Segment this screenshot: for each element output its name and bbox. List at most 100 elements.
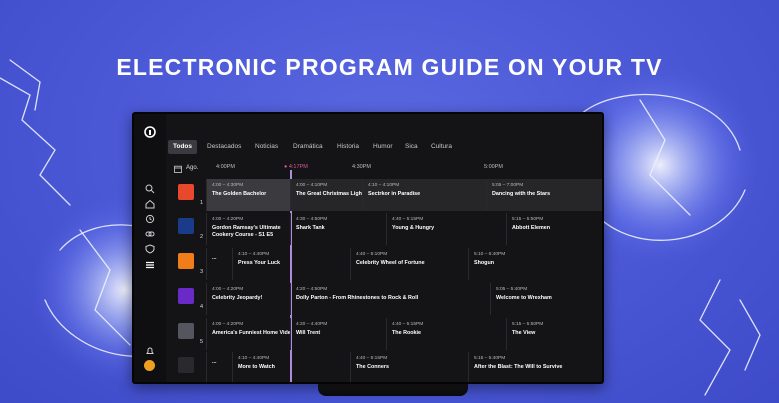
program-cell[interactable]: 4:00 – 4:20PM Gordon Ramsay's Ultimate Co… — [206, 213, 290, 245]
program-time: 4:00 – 4:30PM — [212, 183, 244, 188]
program-title: ... — [212, 255, 217, 261]
program-title: More to Watch — [238, 364, 275, 370]
channel-cell[interactable]: 4 — [166, 282, 206, 316]
program-time: 4:20 – 4:40PM — [296, 322, 328, 327]
program-cell[interactable]: 4:40 – 5:15PM The Rookie — [386, 318, 506, 350]
channel-logo — [178, 253, 194, 269]
channel-number: 1 — [200, 200, 204, 206]
program-title: Abbott Elemen — [512, 225, 551, 231]
program-time: 4:40 – 5:10PM — [356, 252, 388, 257]
program-title: Young & Hungry — [392, 225, 435, 231]
tab-noticias[interactable]: Noticias — [250, 140, 283, 154]
program-time: 5:15 – 5:40PM — [474, 356, 506, 361]
shield-icon[interactable] — [145, 244, 155, 254]
program-cell[interactable]: 5:15 – 5:50PM The View — [506, 318, 602, 350]
program-time: 4:10 – 4:40PM — [238, 356, 270, 361]
program-time: 4:10 – 4:10PM — [368, 183, 400, 188]
program-title: The Golden Bachelor — [212, 191, 267, 197]
program-title: After the Blast: The Will to Survive — [474, 364, 563, 370]
program-cell[interactable]: 5:15 – 5:50PM Abbott Elemen — [506, 213, 602, 245]
program-time: 5:05 – 7:00PM — [492, 183, 524, 188]
program-cell[interactable]: 4:00 – 4:20PM Celebrity Jeopardy! — [206, 283, 290, 315]
program-cell[interactable]: 4:40 – 5:15PM Young & Hungry — [386, 213, 506, 245]
program-cell[interactable]: 4:20 – 4:40PM Will Trent — [290, 318, 386, 350]
channel-cell[interactable]: 2 — [166, 212, 206, 246]
tab-dramatica[interactable]: Dramática — [288, 140, 328, 154]
program-cell[interactable]: 4:00 – 4:20PM America's Funniest Home Vid… — [206, 318, 290, 350]
program-time: 4:00 – 4:10PM — [296, 183, 328, 188]
list-icon[interactable] — [145, 260, 155, 270]
program-cell[interactable]: 4:40 – 5:10PM Celebrity Wheel of Fortune — [350, 248, 468, 280]
tab-historia[interactable]: Historia — [332, 140, 364, 154]
page-headline: ELECTRONIC PROGRAM GUIDE ON YOUR TV — [116, 54, 663, 80]
time-label-1: 4:00PM — [216, 164, 235, 170]
program-title: Shark Tank — [296, 225, 325, 231]
program-time: 5:15 – 5:50PM — [512, 322, 544, 327]
tab-sica[interactable]: Sica — [400, 140, 423, 154]
program-time: 4:30 – 4:50PM — [296, 217, 328, 222]
day-label: Ago. — [186, 165, 199, 171]
channel-row: 1 4:00 – 4:30PM The Golden Bachelor 4:00 – … — [166, 178, 602, 212]
channel-cell[interactable]: 5 — [166, 317, 206, 351]
program-title: Press Your Luck — [238, 260, 281, 266]
program-title: The View — [512, 330, 536, 336]
time-label-2: 4:30PM — [352, 164, 371, 170]
program-time: 4:10 – 4:40PM — [238, 252, 270, 257]
program-time: 4:40 – 5:15PM — [356, 356, 388, 361]
search-icon[interactable] — [145, 184, 155, 194]
channel-cell[interactable] — [166, 351, 206, 382]
channel-cell[interactable]: 3 — [166, 247, 206, 281]
program-title: The Rookie — [392, 330, 422, 336]
program-cell[interactable]: 4:10 – 4:40PM Press Your Luck — [232, 248, 350, 280]
program-cell[interactable]: 4:00 – 4:10PM The Great Christmas Light F… — [290, 179, 362, 211]
home-icon[interactable] — [145, 199, 155, 209]
time-bar: Ago. 4:00PM ● 4:17PM 4:30PM 5:00PM — [166, 162, 602, 176]
program-cell[interactable]: 4:00 – 4:30PM The Golden Bachelor — [206, 179, 290, 211]
program-title: Shogun — [474, 260, 495, 266]
program-time: 4:00 – 4:20PM — [212, 217, 244, 222]
app-logo-icon — [144, 126, 156, 138]
tab-destacados[interactable]: Destacados — [202, 140, 246, 154]
channel-row: 3... 4:10 – 4:40PM Press Your Luck 4:40 – 5… — [166, 247, 602, 281]
program-time: 5:15 – 5:50PM — [512, 217, 544, 222]
program-title: The Great Christmas Light Fight — [296, 191, 362, 197]
program-time: 4:40 – 5:15PM — [392, 322, 424, 327]
program-title: Welcome to Wrexham — [496, 295, 552, 301]
history-icon[interactable] — [145, 214, 155, 224]
avatar[interactable] — [144, 360, 155, 371]
time-label-3: 5:00PM — [484, 164, 503, 170]
bell-icon[interactable] — [145, 346, 155, 356]
channel-number: 5 — [200, 339, 204, 345]
channel-logo — [178, 288, 194, 304]
program-cell[interactable]: 5:15 – 5:40PM After the Blast: The Will t… — [468, 352, 602, 382]
program-title: Will Trent — [296, 330, 321, 336]
program-title: America's Funniest Home Videos — [212, 330, 290, 336]
program-title: Dancing with the Stars — [492, 191, 551, 197]
channel-row: 5 4:00 – 4:20PM America's Funniest Home Vi… — [166, 317, 602, 351]
channel-row: ... 4:10 – 4:40PM More to Watch 4:40 – 5:15… — [166, 351, 602, 382]
program-cell[interactable]: 4:10 – 4:10PM Sectrkor in Paradise — [362, 179, 486, 211]
program-cell[interactable]: 5:10 – 6:40PM Shogun — [468, 248, 602, 280]
channel-logo — [178, 184, 194, 200]
tab-todos[interactable]: Todos — [168, 140, 198, 154]
current-time-label: ● 4:17PM — [284, 164, 308, 170]
program-cell[interactable]: 5:05 – 5:40PM Welcome to Wrexham — [490, 283, 602, 315]
program-cell[interactable]: 4:20 – 4:50PM Dolly Parton - From Rhinest… — [290, 283, 490, 315]
program-time: 4:40 – 5:15PM — [392, 217, 424, 222]
program-title: Celebrity Jeopardy! — [212, 295, 263, 301]
program-cell[interactable]: 4:40 – 5:15PM The Conners — [350, 352, 468, 382]
tv-stand — [318, 382, 468, 396]
program-cell[interactable]: ... — [206, 352, 232, 382]
channel-cell[interactable]: 1 — [166, 178, 206, 212]
program-title: Celebrity Wheel of Fortune — [356, 260, 425, 266]
channel-row: 2 4:00 – 4:20PM Gordon Ramsay's Ultimate C… — [166, 212, 602, 246]
link-icon[interactable] — [145, 229, 155, 239]
program-cell[interactable]: 4:30 – 4:50PM Shark Tank — [290, 213, 386, 245]
program-time: 5:10 – 6:40PM — [474, 252, 506, 257]
program-cell[interactable]: 5:05 – 7:00PM Dancing with the Stars — [486, 179, 602, 211]
tab-humor[interactable]: Humor — [368, 140, 398, 154]
calendar-icon[interactable] — [174, 165, 182, 173]
tab-cultura[interactable]: Cultura — [426, 140, 457, 154]
program-cell[interactable]: 4:10 – 4:40PM More to Watch — [232, 352, 350, 382]
program-cell[interactable]: ... — [206, 248, 232, 280]
